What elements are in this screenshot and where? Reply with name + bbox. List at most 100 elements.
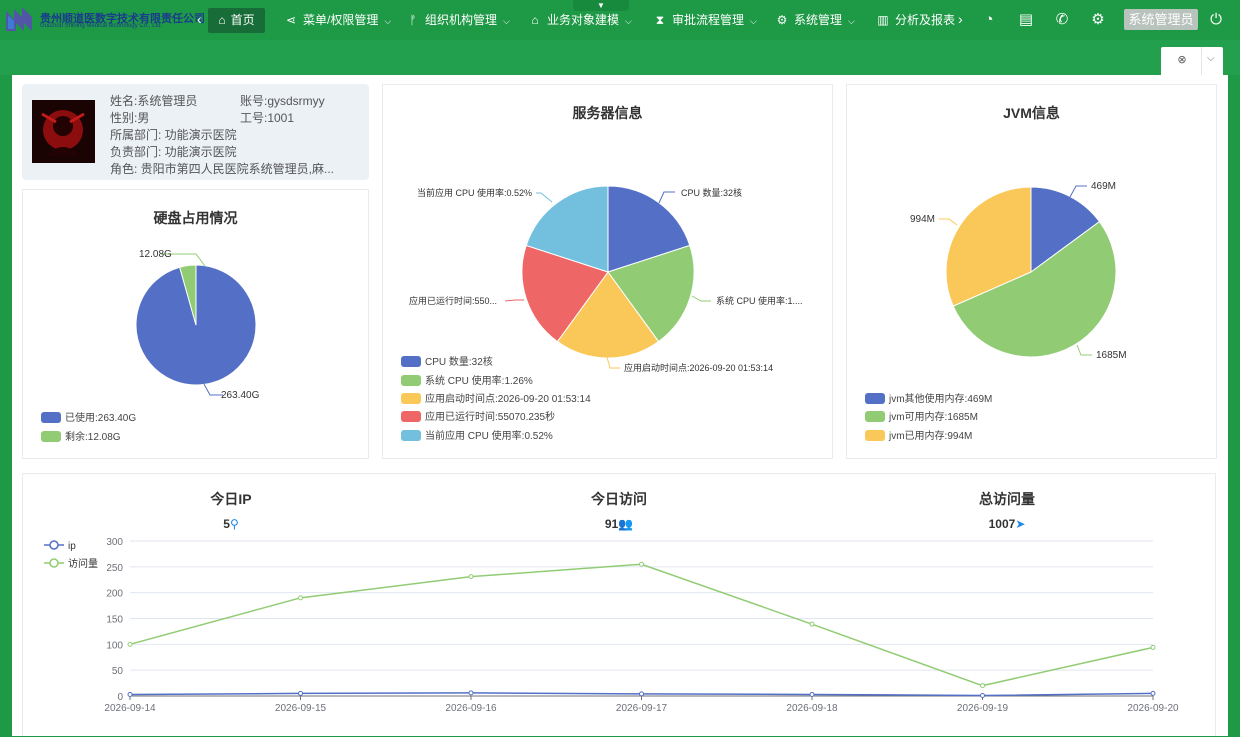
nav-item-approval-flow[interactable]: ⧗ 审批流程管理 ⌵: [653, 0, 757, 40]
legend-item[interactable]: 当前应用 CPU 使用率:0.52%: [401, 427, 553, 442]
legend-item[interactable]: jvm可用内存:1685M: [865, 408, 978, 423]
chevron-down-icon: ⌵: [625, 16, 632, 26]
legend-swatch: [401, 430, 421, 441]
data-point[interactable]: [980, 683, 985, 689]
data-point[interactable]: [809, 691, 815, 697]
legend-swatch: [401, 375, 421, 386]
data-point[interactable]: [127, 641, 133, 647]
leader-line: [606, 356, 620, 369]
visits-line-chart: ip 访问量 0 50 100 150 200 250 300 2026-09-14 2026-0…: [44, 537, 1179, 714]
leader-line: [658, 191, 675, 204]
legend-item[interactable]: 系统 CPU 使用率:1.26%: [401, 372, 533, 387]
legend-item[interactable]: 已使用:263.40G: [41, 409, 136, 424]
collapse-header-toggle[interactable]: ▼: [573, 0, 629, 11]
hourglass-icon: ⧗: [655, 13, 665, 27]
x-tick-label: 2026-09-17: [616, 703, 668, 714]
nav-scroll-right-icon[interactable]: ›: [958, 11, 963, 27]
server-info-card: 服务器信息 CPU 数量:32核 系统 CPU 使用率:1.... 应用启动时间…: [382, 84, 833, 459]
legend-swatch: [401, 393, 421, 404]
pie-label: 1685M: [1096, 350, 1127, 361]
nav-item-home[interactable]: ⌂ 首页: [208, 8, 265, 33]
x-tick-label: 2026-09-20: [1127, 703, 1179, 714]
tab-dropdown-icon[interactable]: ⌵: [1207, 53, 1215, 64]
legend-swatch: [41, 431, 61, 442]
data-point[interactable]: [809, 621, 815, 627]
pie-label: 469M: [1091, 181, 1116, 192]
share-icon: ⋖: [285, 13, 297, 27]
chevron-down-icon: ⌵: [503, 16, 510, 26]
bar-chart-icon: ▥: [877, 13, 889, 27]
pie-label: 994M: [910, 214, 935, 225]
legend-label[interactable]: 访问量: [68, 557, 98, 570]
legend-item[interactable]: 剩余:12.08G: [41, 428, 121, 443]
data-point[interactable]: [127, 691, 133, 697]
x-tick-label: 2026-09-16: [445, 703, 497, 714]
x-tick-label: 2026-09-15: [275, 703, 327, 714]
series-line-访问量[interactable]: [129, 563, 1154, 687]
legend-label: jvm已用内存:994M: [889, 431, 973, 442]
y-tick-label: 200: [106, 589, 123, 600]
chevron-down-icon: ⌵: [750, 16, 757, 26]
leader-line: [1076, 344, 1092, 356]
x-tick-label: 2026-09-14: [104, 703, 156, 714]
legend-item[interactable]: 应用启动时间点:2026-09-20 01:53:14: [401, 390, 591, 405]
settings-icon[interactable]: ⚙: [1088, 10, 1108, 30]
power-icon[interactable]: ⏻: [1206, 10, 1226, 30]
close-tab-icon[interactable]: ⊗: [1175, 53, 1189, 67]
nav-item-label: 业务对象建模: [547, 13, 620, 27]
legend-swatch: [41, 412, 61, 423]
nav-scroll-left-icon[interactable]: ‹: [197, 11, 202, 27]
legend-label: jvm其他使用内存:469M: [889, 394, 993, 405]
visits-card: 今日IP 5⚲ 今日访问 91👥 总访问量 1007➤ ip 访问量 0 50 100…: [22, 473, 1216, 736]
data-point[interactable]: [1150, 690, 1156, 696]
legend-marker[interactable]: [49, 558, 59, 568]
user-profile-card: 姓名:系统管理员 账号:gysdsrmyy 性别:男 工号:1001 所属部门:…: [22, 84, 369, 180]
legend-marker[interactable]: [49, 540, 59, 550]
avatar: [32, 100, 95, 163]
legend-item[interactable]: jvm其他使用内存:469M: [865, 390, 992, 405]
profile-name: 姓名:系统管理员: [110, 94, 198, 108]
y-tick-label: 250: [106, 563, 123, 574]
nav-item-analysis-report[interactable]: ▥ 分析及报表: [876, 0, 955, 40]
gear-icon: ⚙: [776, 13, 788, 27]
legend-label[interactable]: ip: [68, 541, 76, 552]
x-tick-label: 2026-09-18: [786, 703, 838, 714]
legend-label: 应用启动时间点:2026-09-20 01:53:14: [425, 394, 591, 405]
data-point[interactable]: [468, 574, 474, 580]
disk-free-label: 12.08G: [139, 249, 172, 260]
data-point[interactable]: [298, 595, 303, 601]
data-point[interactable]: [980, 692, 985, 698]
tab-controls: ⊗ ⌵: [1161, 47, 1223, 75]
pie-label: 当前应用 CPU 使用率:0.52%: [417, 187, 532, 198]
data-point[interactable]: [298, 690, 303, 696]
legend-label: 系统 CPU 使用率:1.26%: [425, 376, 533, 387]
chevron-down-icon: ⌵: [384, 16, 392, 26]
leader-line: [691, 295, 711, 302]
x-tick-label: 2026-09-19: [957, 703, 1009, 714]
disk-used-label: 263.40G: [221, 390, 260, 401]
company-logo: [6, 7, 32, 31]
nav-item-organization[interactable]: ᚠ 组织机构管理 ⌵: [406, 0, 510, 40]
legend-label: 已使用:263.40G: [65, 413, 137, 424]
data-point[interactable]: [1150, 644, 1156, 650]
document-icon[interactable]: ▤: [1016, 10, 1036, 30]
leader-line: [939, 218, 958, 226]
user-menu-button[interactable]: 系统管理员: [1124, 9, 1198, 30]
nav-item-label: 组织机构管理: [425, 13, 498, 27]
dashboard-gauge-icon[interactable]: ◔: [979, 10, 999, 30]
legend-label: 剩余:12.08G: [65, 432, 121, 443]
phone-icon[interactable]: ✆: [1052, 10, 1072, 30]
org-name-en: GuiZhou Shining Medical technology Co., …: [40, 23, 163, 29]
legend-label: 应用已运行时间:55070.235秒: [425, 412, 556, 423]
data-point[interactable]: [639, 561, 644, 567]
legend-item[interactable]: jvm已用内存:994M: [865, 427, 972, 442]
data-point[interactable]: [639, 691, 644, 697]
legend-swatch: [865, 393, 885, 404]
nav-item-menu-permission[interactable]: ⋖ 菜单/权限管理 ⌵: [284, 0, 391, 40]
tab-strip: [0, 40, 1240, 75]
data-point[interactable]: [468, 690, 474, 696]
leader-line: [1069, 185, 1087, 198]
nav-item-system-management[interactable]: ⚙ 系统管理 ⌵: [775, 0, 855, 40]
legend-item[interactable]: CPU 数量:32核: [401, 353, 493, 368]
legend-item[interactable]: 应用已运行时间:55070.235秒: [401, 408, 555, 423]
